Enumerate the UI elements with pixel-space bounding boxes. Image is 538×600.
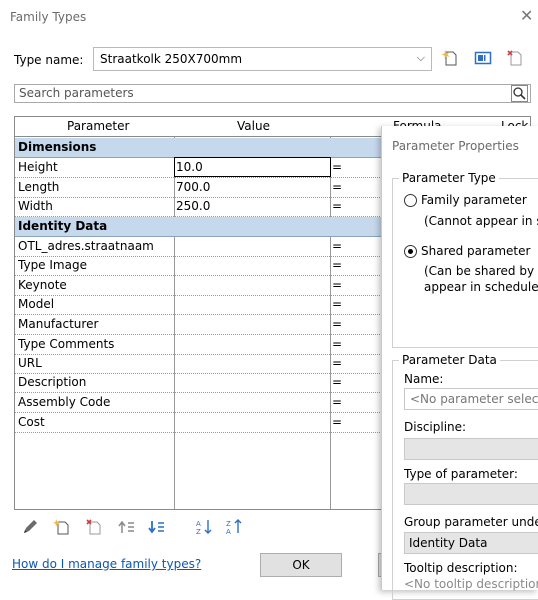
group-parameter-dropdown[interactable]: Identity Data [404, 532, 538, 554]
discipline-label: Discipline: [404, 420, 467, 434]
ok-button[interactable]: OK [260, 553, 342, 577]
sort-descending-icon[interactable]: ZA [224, 517, 244, 537]
rename-type-icon[interactable] [472, 47, 494, 69]
type-of-parameter-label: Type of parameter: [404, 467, 518, 481]
search-input[interactable]: Search parameters [14, 84, 531, 103]
help-link[interactable]: How do I manage family types? [12, 557, 201, 571]
name-placeholder: <No parameter selected [410, 392, 538, 406]
parameter-type-legend: Parameter Type [399, 171, 499, 185]
param-name: Cost [18, 415, 45, 429]
header-parameter[interactable]: Parameter [67, 119, 129, 133]
param-value[interactable] [176, 237, 326, 256]
dialog-title: Parameter Properties [392, 139, 519, 153]
param-name: Manufacturer [18, 317, 99, 331]
svg-text:A: A [196, 520, 201, 528]
param-value[interactable] [176, 256, 326, 275]
family-parameter-radio[interactable] [404, 194, 417, 207]
equals-sign: = [332, 160, 343, 174]
chevron-down-icon: ⌵ [416, 51, 425, 64]
param-name: Length [18, 180, 60, 194]
param-name: Type Comments [18, 337, 115, 351]
type-name-label: Type name: [14, 53, 84, 67]
param-name: Keynote [18, 278, 67, 292]
new-parameter-icon[interactable] [52, 517, 72, 537]
type-of-parameter-dropdown[interactable] [404, 483, 538, 505]
param-value[interactable] [176, 315, 326, 334]
move-up-icon[interactable] [116, 517, 136, 537]
param-name: Assembly Code [18, 395, 111, 409]
svg-text:Z: Z [226, 520, 231, 528]
shared-parameter-radio[interactable] [404, 245, 417, 258]
param-name: URL [18, 356, 42, 370]
family-parameter-note: (Cannot appear in sch [424, 214, 538, 228]
name-field[interactable]: <No parameter selected [404, 388, 538, 410]
param-value[interactable] [176, 354, 326, 373]
param-name: Type Image [18, 258, 87, 272]
param-value[interactable]: 700.0 [176, 178, 326, 197]
tooltip-label: Tooltip description: [404, 561, 518, 575]
equals-sign: = [332, 337, 343, 351]
param-name: Model [18, 297, 55, 311]
param-value[interactable] [176, 393, 326, 412]
delete-type-icon[interactable] [504, 47, 526, 69]
search-icon[interactable] [511, 85, 528, 102]
type-name-dropdown[interactable]: Straatkolk 250X700mm ⌵ [93, 47, 432, 71]
equals-sign: = [332, 180, 343, 194]
param-value[interactable] [176, 276, 326, 295]
shared-parameter-note: (Can be shared by mu [424, 264, 538, 278]
equals-sign: = [332, 278, 343, 292]
family-parameter-label[interactable]: Family parameter [421, 193, 527, 207]
equals-sign: = [332, 239, 343, 253]
equals-sign: = [332, 375, 343, 389]
delete-parameter-icon[interactable] [84, 517, 104, 537]
equals-sign: = [332, 356, 343, 370]
equals-sign: = [332, 317, 343, 331]
param-value[interactable]: 10.0 [176, 158, 326, 177]
new-type-icon[interactable] [440, 47, 462, 69]
param-value[interactable] [176, 295, 326, 314]
equals-sign: = [332, 297, 343, 311]
param-name: Description [18, 375, 87, 389]
name-label: Name: [404, 372, 444, 386]
param-value[interactable] [176, 335, 326, 354]
shared-parameter-label[interactable]: Shared parameter [421, 244, 530, 258]
param-name: Height [18, 160, 58, 174]
shared-parameter-note-2: appear in schedules ar [424, 280, 538, 294]
header-value[interactable]: Value [237, 119, 270, 133]
equals-sign: = [332, 199, 343, 213]
move-down-icon[interactable] [146, 517, 166, 537]
parameter-data-legend: Parameter Data [399, 353, 500, 367]
param-name: Width [18, 199, 53, 213]
param-value[interactable] [176, 373, 326, 392]
param-value[interactable] [176, 413, 326, 432]
group-parameter-label: Group parameter under: [404, 515, 538, 529]
group-parameter-value: Identity Data [409, 536, 488, 550]
tooltip-value: <No tooltip description. E [404, 577, 538, 591]
equals-sign: = [332, 415, 343, 429]
window-title: Family Types [10, 10, 87, 24]
param-name: OTL_adres.straatnaam [18, 239, 154, 253]
type-name-value: Straatkolk 250X700mm [100, 52, 243, 66]
equals-sign: = [332, 395, 343, 409]
svg-text:A: A [226, 528, 231, 536]
search-placeholder: Search parameters [19, 86, 134, 100]
svg-text:Z: Z [196, 528, 201, 536]
sort-ascending-icon[interactable]: AZ [194, 517, 214, 537]
discipline-dropdown[interactable] [404, 438, 538, 460]
equals-sign: = [332, 258, 343, 272]
edit-parameter-icon[interactable] [20, 517, 40, 537]
param-value[interactable]: 250.0 [176, 197, 326, 216]
close-icon[interactable]: ✕ [520, 6, 533, 25]
